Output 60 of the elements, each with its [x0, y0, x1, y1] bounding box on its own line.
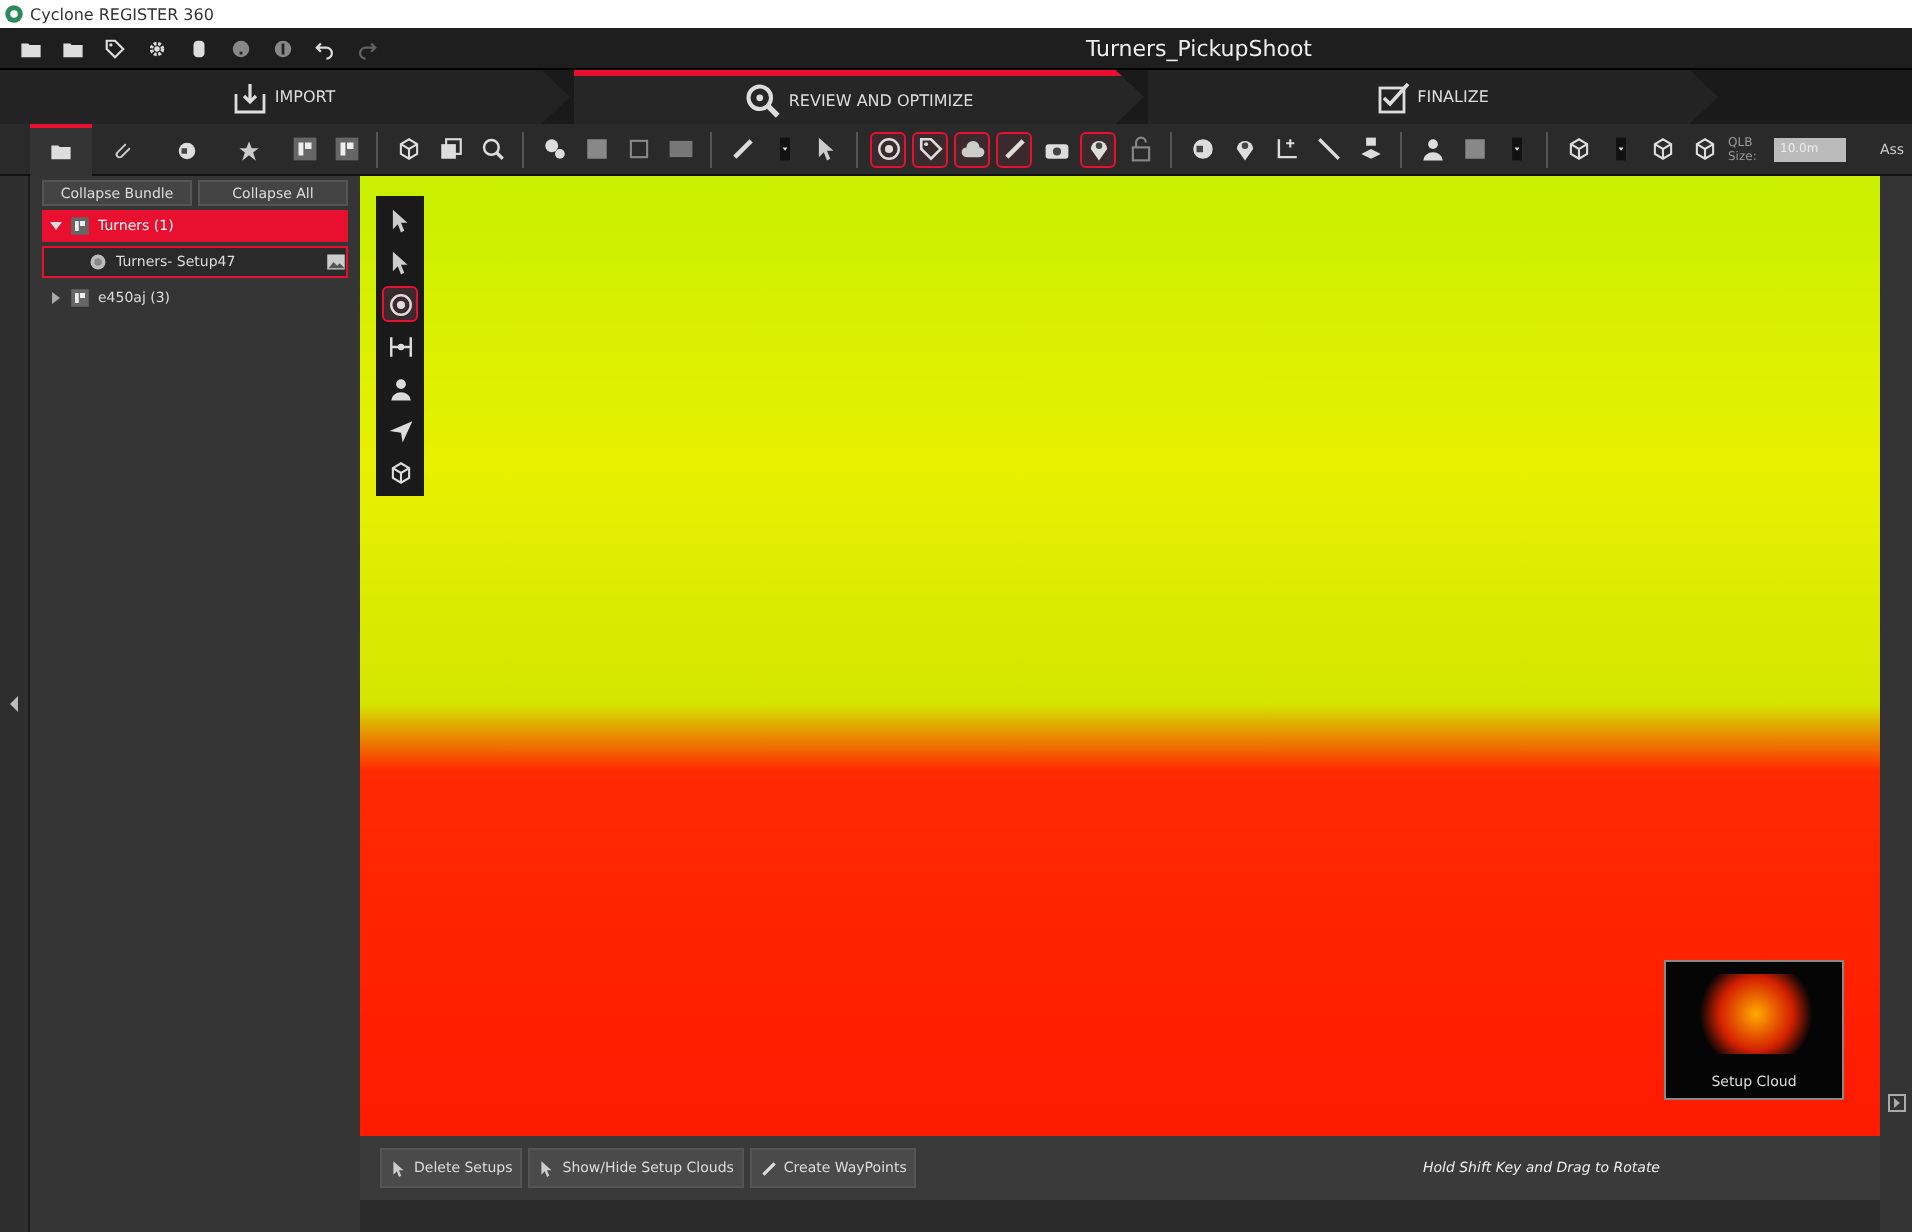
expand-icon[interactable] — [1887, 1094, 1905, 1112]
cube-icon — [1565, 136, 1591, 162]
windows-icon — [437, 136, 463, 162]
cube-icon — [1691, 136, 1717, 162]
cylinder-icon[interactable] — [188, 37, 210, 59]
paperclip-icon — [112, 140, 135, 162]
collapsed-arrow-icon[interactable] — [50, 292, 62, 304]
lock-icon — [1127, 136, 1153, 162]
cursor-icon — [387, 249, 413, 275]
cursor-icon — [538, 1159, 557, 1177]
person-icon — [387, 375, 413, 401]
cursor-icon — [387, 207, 413, 233]
measure-icon — [387, 333, 413, 359]
photo-icon[interactable] — [326, 252, 346, 272]
workflow-step-tab[interactable]: IMPORT — [0, 70, 570, 124]
toolbar-button[interactable] — [996, 131, 1032, 167]
magnifier-icon — [744, 82, 781, 118]
axes-icon — [1273, 136, 1299, 162]
cursor-icon — [390, 1159, 408, 1177]
view-tool-button[interactable] — [382, 286, 418, 322]
undo-icon[interactable] — [314, 37, 336, 59]
zoom-icon — [479, 136, 505, 162]
dots-icon — [541, 136, 567, 162]
target-icon — [875, 136, 901, 162]
cloud-icon — [959, 136, 985, 162]
tag-icon — [917, 136, 943, 162]
document-title: Turners_PickupShoot — [1085, 35, 1312, 61]
workflow-step-tab[interactable]: REVIEW AND OPTIMIZE — [574, 70, 1144, 124]
bundle-icon — [70, 216, 90, 236]
line-icon — [1315, 136, 1341, 162]
panel-tab[interactable] — [30, 123, 93, 175]
toolbar-button[interactable] — [870, 131, 906, 167]
cursor-icon — [813, 136, 839, 162]
toolbar-button[interactable] — [954, 131, 990, 167]
tag-icon[interactable] — [104, 37, 126, 59]
download-icon — [234, 81, 267, 113]
cube-icon — [387, 459, 413, 485]
person-icon — [1419, 136, 1445, 162]
bundle-icon — [70, 288, 90, 308]
window-title: Cyclone REGISTER 360 — [30, 5, 214, 23]
collapse-arrow-icon[interactable] — [9, 696, 19, 712]
checkbox-icon — [1377, 81, 1410, 113]
settings-icon[interactable] — [146, 37, 168, 59]
pin-icon — [1085, 136, 1111, 162]
frame-icon — [625, 136, 651, 162]
pin-icon — [1231, 136, 1257, 162]
toolbar-button[interactable] — [912, 131, 948, 167]
workflow-step-tab[interactable]: FINALIZE — [1148, 70, 1718, 124]
bundle-icon — [333, 136, 359, 162]
square-icon — [583, 136, 609, 162]
folder-icon — [50, 140, 73, 162]
target-icon — [387, 291, 413, 317]
cube-icon — [1649, 136, 1675, 162]
star-icon — [237, 140, 260, 162]
paper-plane-icon — [387, 417, 413, 443]
cube-icon — [395, 136, 421, 162]
bundle-icon — [291, 136, 317, 162]
square-icon — [1461, 136, 1487, 162]
toolbar-button[interactable] — [1080, 131, 1116, 167]
expanded-arrow-icon[interactable] — [50, 220, 62, 232]
